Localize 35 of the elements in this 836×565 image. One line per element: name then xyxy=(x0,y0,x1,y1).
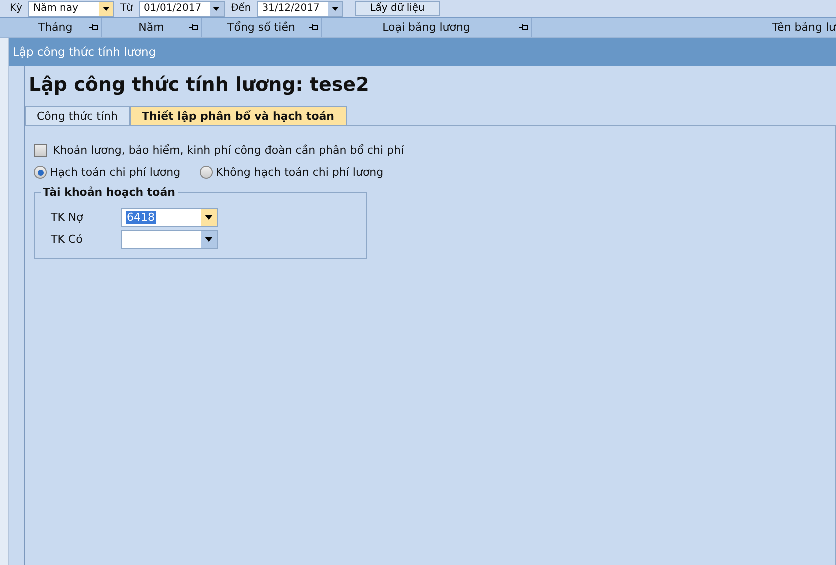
group-title: Tài khoản hoạch toán xyxy=(42,186,176,199)
column-header[interactable]: Loại bảng lương xyxy=(322,18,532,37)
dropdown-icon[interactable] xyxy=(201,209,217,226)
radio-label: Không hạch toán chi phí lương xyxy=(216,166,384,179)
form-heading: Lập công thức tính lương: tese2 xyxy=(29,74,370,96)
date-field[interactable]: 31/12/2017 xyxy=(257,0,344,16)
pin-icon[interactable] xyxy=(519,24,529,31)
radio-button[interactable] xyxy=(34,166,47,179)
fetch-data-button[interactable]: Lấy dữ liệu xyxy=(355,1,440,16)
column-header[interactable]: Tổng số tiền xyxy=(202,18,322,37)
pin-icon[interactable] xyxy=(189,24,199,31)
dropdown-icon[interactable] xyxy=(201,231,217,248)
date-field[interactable]: Năm nay xyxy=(28,0,114,16)
checkbox[interactable] xyxy=(34,144,47,157)
field-label: Đến xyxy=(230,3,252,14)
field-label: TK Nợ xyxy=(51,211,84,224)
field-label: Từ xyxy=(120,3,133,14)
column-header[interactable]: Năm xyxy=(102,18,202,37)
dropdown-icon[interactable] xyxy=(328,2,342,16)
pin-icon[interactable] xyxy=(89,24,99,31)
date-field[interactable]: 01/01/2017 xyxy=(138,0,225,16)
field-label: TK Có xyxy=(51,233,84,246)
tab[interactable]: Thiết lập phân bổ và hạch toán xyxy=(130,106,347,125)
column-header[interactable]: Tháng xyxy=(10,18,102,37)
radio-button[interactable] xyxy=(200,166,213,179)
pin-icon[interactable] xyxy=(309,24,319,31)
dropdown-icon[interactable] xyxy=(99,2,114,16)
combo-value: 6418 xyxy=(126,211,156,224)
account-combobox[interactable]: 6418 xyxy=(121,208,218,227)
checkbox-label: Khoản lương, bảo hiểm, kinh phí công đoàn cần phân bổ chi phí xyxy=(53,144,404,157)
radio-label: Hạch toán chi phí lương xyxy=(50,166,181,179)
dropdown-icon[interactable] xyxy=(210,2,224,16)
tab[interactable]: Công thức tính xyxy=(25,106,130,125)
window-title: Lập công thức tính lương xyxy=(13,45,156,59)
field-label: Kỳ xyxy=(10,3,22,14)
